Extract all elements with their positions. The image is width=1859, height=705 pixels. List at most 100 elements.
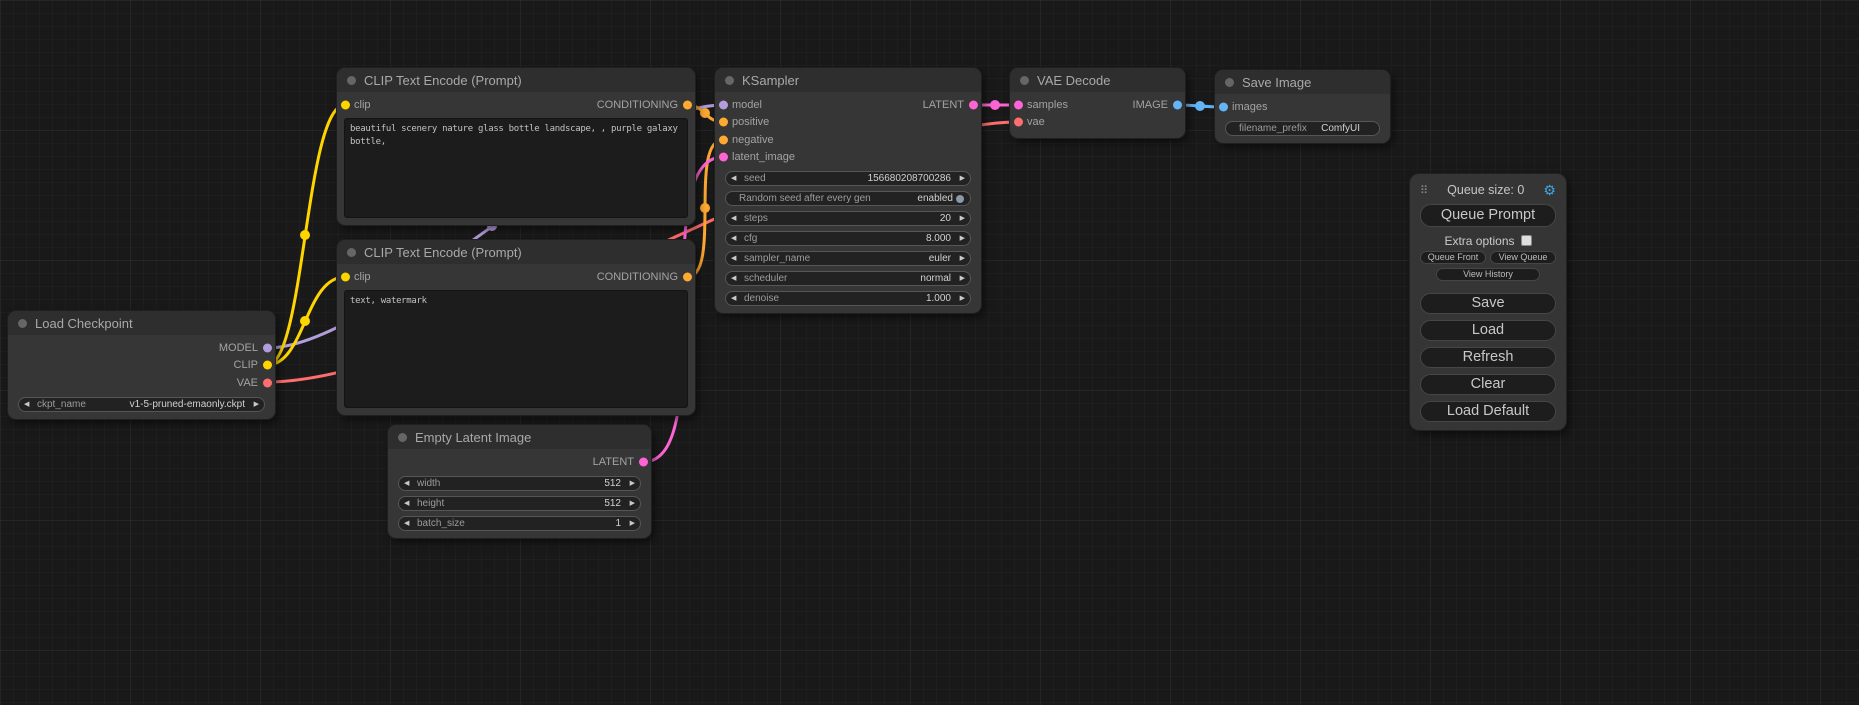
save-button[interactable]: Save: [1420, 293, 1556, 314]
widget-filename-prefix[interactable]: filename_prefix ComfyUI: [1225, 121, 1380, 136]
widget-sampler-name[interactable]: ◀ sampler_name euler ▶: [725, 251, 971, 266]
view-queue-button[interactable]: View Queue: [1490, 251, 1556, 264]
node-vae-decode[interactable]: VAE Decode samples IMAGE vae: [1010, 68, 1185, 138]
queue-menu-panel: ⠿ Queue size: 0 ⚙ Queue Prompt Extra opt…: [1410, 174, 1566, 430]
negative-prompt-textarea[interactable]: text, watermark: [344, 290, 688, 408]
node-ksampler[interactable]: KSampler model LATENT positive negative …: [715, 68, 981, 313]
output-slot-conditioning-dot[interactable]: [683, 272, 692, 281]
node-save-image[interactable]: Save Image images filename_prefix ComfyU…: [1215, 70, 1390, 143]
output-slot-image-dot[interactable]: [1173, 100, 1182, 109]
output-slot-label: IMAGE: [1133, 99, 1168, 111]
wire-image-midpoint-dot: [1195, 101, 1205, 111]
next-value-arrow-icon[interactable]: ▶: [955, 275, 965, 282]
node-title-bar[interactable]: Save Image: [1215, 70, 1390, 94]
collapse-dot[interactable]: [398, 433, 407, 442]
decrement-arrow-icon[interactable]: ◀: [731, 175, 741, 182]
node-title-bar[interactable]: KSampler: [715, 68, 981, 92]
node-clip-text-encode-positive[interactable]: CLIP Text Encode (Prompt) clip CONDITION…: [337, 68, 695, 225]
node-title-bar[interactable]: Load Checkpoint: [8, 311, 275, 335]
refresh-button[interactable]: Refresh: [1420, 347, 1556, 368]
extra-options-checkbox[interactable]: [1521, 235, 1532, 246]
slot-row: clip CONDITIONING: [337, 268, 695, 286]
widget-seed[interactable]: ◀ seed 156680208700286 ▶: [725, 171, 971, 186]
widget-random-seed-toggle[interactable]: Random seed after every gen enabled: [725, 191, 971, 206]
collapse-dot[interactable]: [725, 76, 734, 85]
widget-scheduler[interactable]: ◀ scheduler normal ▶: [725, 271, 971, 286]
output-slot-conditioning-dot[interactable]: [683, 100, 692, 109]
settings-gear-icon[interactable]: ⚙: [1543, 183, 1556, 197]
decrement-arrow-icon[interactable]: ◀: [731, 235, 741, 242]
collapse-dot[interactable]: [18, 319, 27, 328]
output-row-clip: CLIP: [8, 357, 275, 375]
input-slot-clip-dot[interactable]: [341, 100, 350, 109]
queue-front-button[interactable]: Queue Front: [1420, 251, 1486, 264]
widget-width[interactable]: ◀ width 512 ▶: [398, 476, 641, 491]
input-slot-images-dot[interactable]: [1219, 102, 1228, 111]
queue-prompt-button[interactable]: Queue Prompt: [1420, 204, 1556, 227]
output-row-latent: LATENT: [388, 453, 651, 471]
drag-handle-icon[interactable]: ⠿: [1420, 184, 1428, 197]
output-slot-latent-dot[interactable]: [969, 100, 978, 109]
node-empty-latent-image[interactable]: Empty Latent Image LATENT ◀ width 512 ▶ …: [388, 425, 651, 538]
collapse-dot[interactable]: [347, 248, 356, 257]
load-button[interactable]: Load: [1420, 320, 1556, 341]
widget-value: enabled: [917, 193, 953, 204]
widget-value: euler: [929, 253, 951, 264]
output-slot-clip-dot[interactable]: [263, 361, 272, 370]
input-slot-samples-dot[interactable]: [1014, 100, 1023, 109]
prev-value-arrow-icon[interactable]: ◀: [731, 255, 741, 262]
collapse-dot[interactable]: [1225, 78, 1234, 87]
input-slot-latent-image-dot[interactable]: [719, 153, 728, 162]
prev-value-arrow-icon[interactable]: ◀: [731, 275, 741, 282]
view-history-button[interactable]: View History: [1436, 268, 1540, 281]
output-slot-model-dot[interactable]: [263, 343, 272, 352]
decrement-arrow-icon[interactable]: ◀: [404, 500, 414, 507]
input-slot-vae-dot[interactable]: [1014, 118, 1023, 127]
decrement-arrow-icon[interactable]: ◀: [731, 295, 741, 302]
widget-value: 156680208700286: [868, 173, 951, 184]
increment-arrow-icon[interactable]: ▶: [955, 175, 965, 182]
clear-button[interactable]: Clear: [1420, 374, 1556, 395]
output-row-vae: VAE: [8, 374, 275, 392]
widget-denoise[interactable]: ◀ denoise 1.000 ▶: [725, 291, 971, 306]
input-slot-negative-dot[interactable]: [719, 135, 728, 144]
collapse-dot[interactable]: [1020, 76, 1029, 85]
collapse-dot[interactable]: [347, 76, 356, 85]
increment-arrow-icon[interactable]: ▶: [955, 235, 965, 242]
prev-value-arrow-icon[interactable]: ◀: [24, 401, 34, 408]
input-slot-label: images: [1232, 101, 1267, 113]
node-clip-text-encode-negative[interactable]: CLIP Text Encode (Prompt) clip CONDITION…: [337, 240, 695, 415]
input-slot-model-dot[interactable]: [719, 100, 728, 109]
node-title-bar[interactable]: CLIP Text Encode (Prompt): [337, 68, 695, 92]
decrement-arrow-icon[interactable]: ◀: [731, 215, 741, 222]
increment-arrow-icon[interactable]: ▶: [625, 480, 635, 487]
increment-arrow-icon[interactable]: ▶: [955, 215, 965, 222]
input-slot-positive-dot[interactable]: [719, 118, 728, 127]
next-value-arrow-icon[interactable]: ▶: [955, 255, 965, 262]
node-graph-canvas[interactable]: Load Checkpoint MODEL CLIP VAE ◀ ckpt_na…: [0, 0, 1859, 705]
node-title-bar[interactable]: Empty Latent Image: [388, 425, 651, 449]
positive-prompt-textarea[interactable]: beautiful scenery nature glass bottle la…: [344, 118, 688, 218]
widget-height[interactable]: ◀ height 512 ▶: [398, 496, 641, 511]
node-title-bar[interactable]: VAE Decode: [1010, 68, 1185, 92]
load-default-button[interactable]: Load Default: [1420, 401, 1556, 422]
input-slot-clip-dot[interactable]: [341, 272, 350, 281]
decrement-arrow-icon[interactable]: ◀: [404, 520, 414, 527]
wire-clip-negative-midpoint-dot: [300, 316, 310, 326]
widget-ckpt-name[interactable]: ◀ ckpt_name v1-5-pruned-emaonly.ckpt ▶: [18, 397, 265, 412]
node-load-checkpoint[interactable]: Load Checkpoint MODEL CLIP VAE ◀ ckpt_na…: [8, 311, 275, 419]
node-title-bar[interactable]: CLIP Text Encode (Prompt): [337, 240, 695, 264]
next-value-arrow-icon[interactable]: ▶: [249, 401, 259, 408]
widget-batch-size[interactable]: ◀ batch_size 1 ▶: [398, 516, 641, 531]
increment-arrow-icon[interactable]: ▶: [955, 295, 965, 302]
increment-arrow-icon[interactable]: ▶: [625, 520, 635, 527]
decrement-arrow-icon[interactable]: ◀: [404, 480, 414, 487]
widget-value: ComfyUI: [1321, 123, 1360, 134]
increment-arrow-icon[interactable]: ▶: [625, 500, 635, 507]
widget-label: Random seed after every gen: [739, 193, 871, 204]
widget-steps[interactable]: ◀ steps 20 ▶: [725, 211, 971, 226]
widget-cfg[interactable]: ◀ cfg 8.000 ▶: [725, 231, 971, 246]
widget-value: 512: [604, 478, 621, 489]
output-slot-latent-dot[interactable]: [639, 457, 648, 466]
output-slot-vae-dot[interactable]: [263, 378, 272, 387]
